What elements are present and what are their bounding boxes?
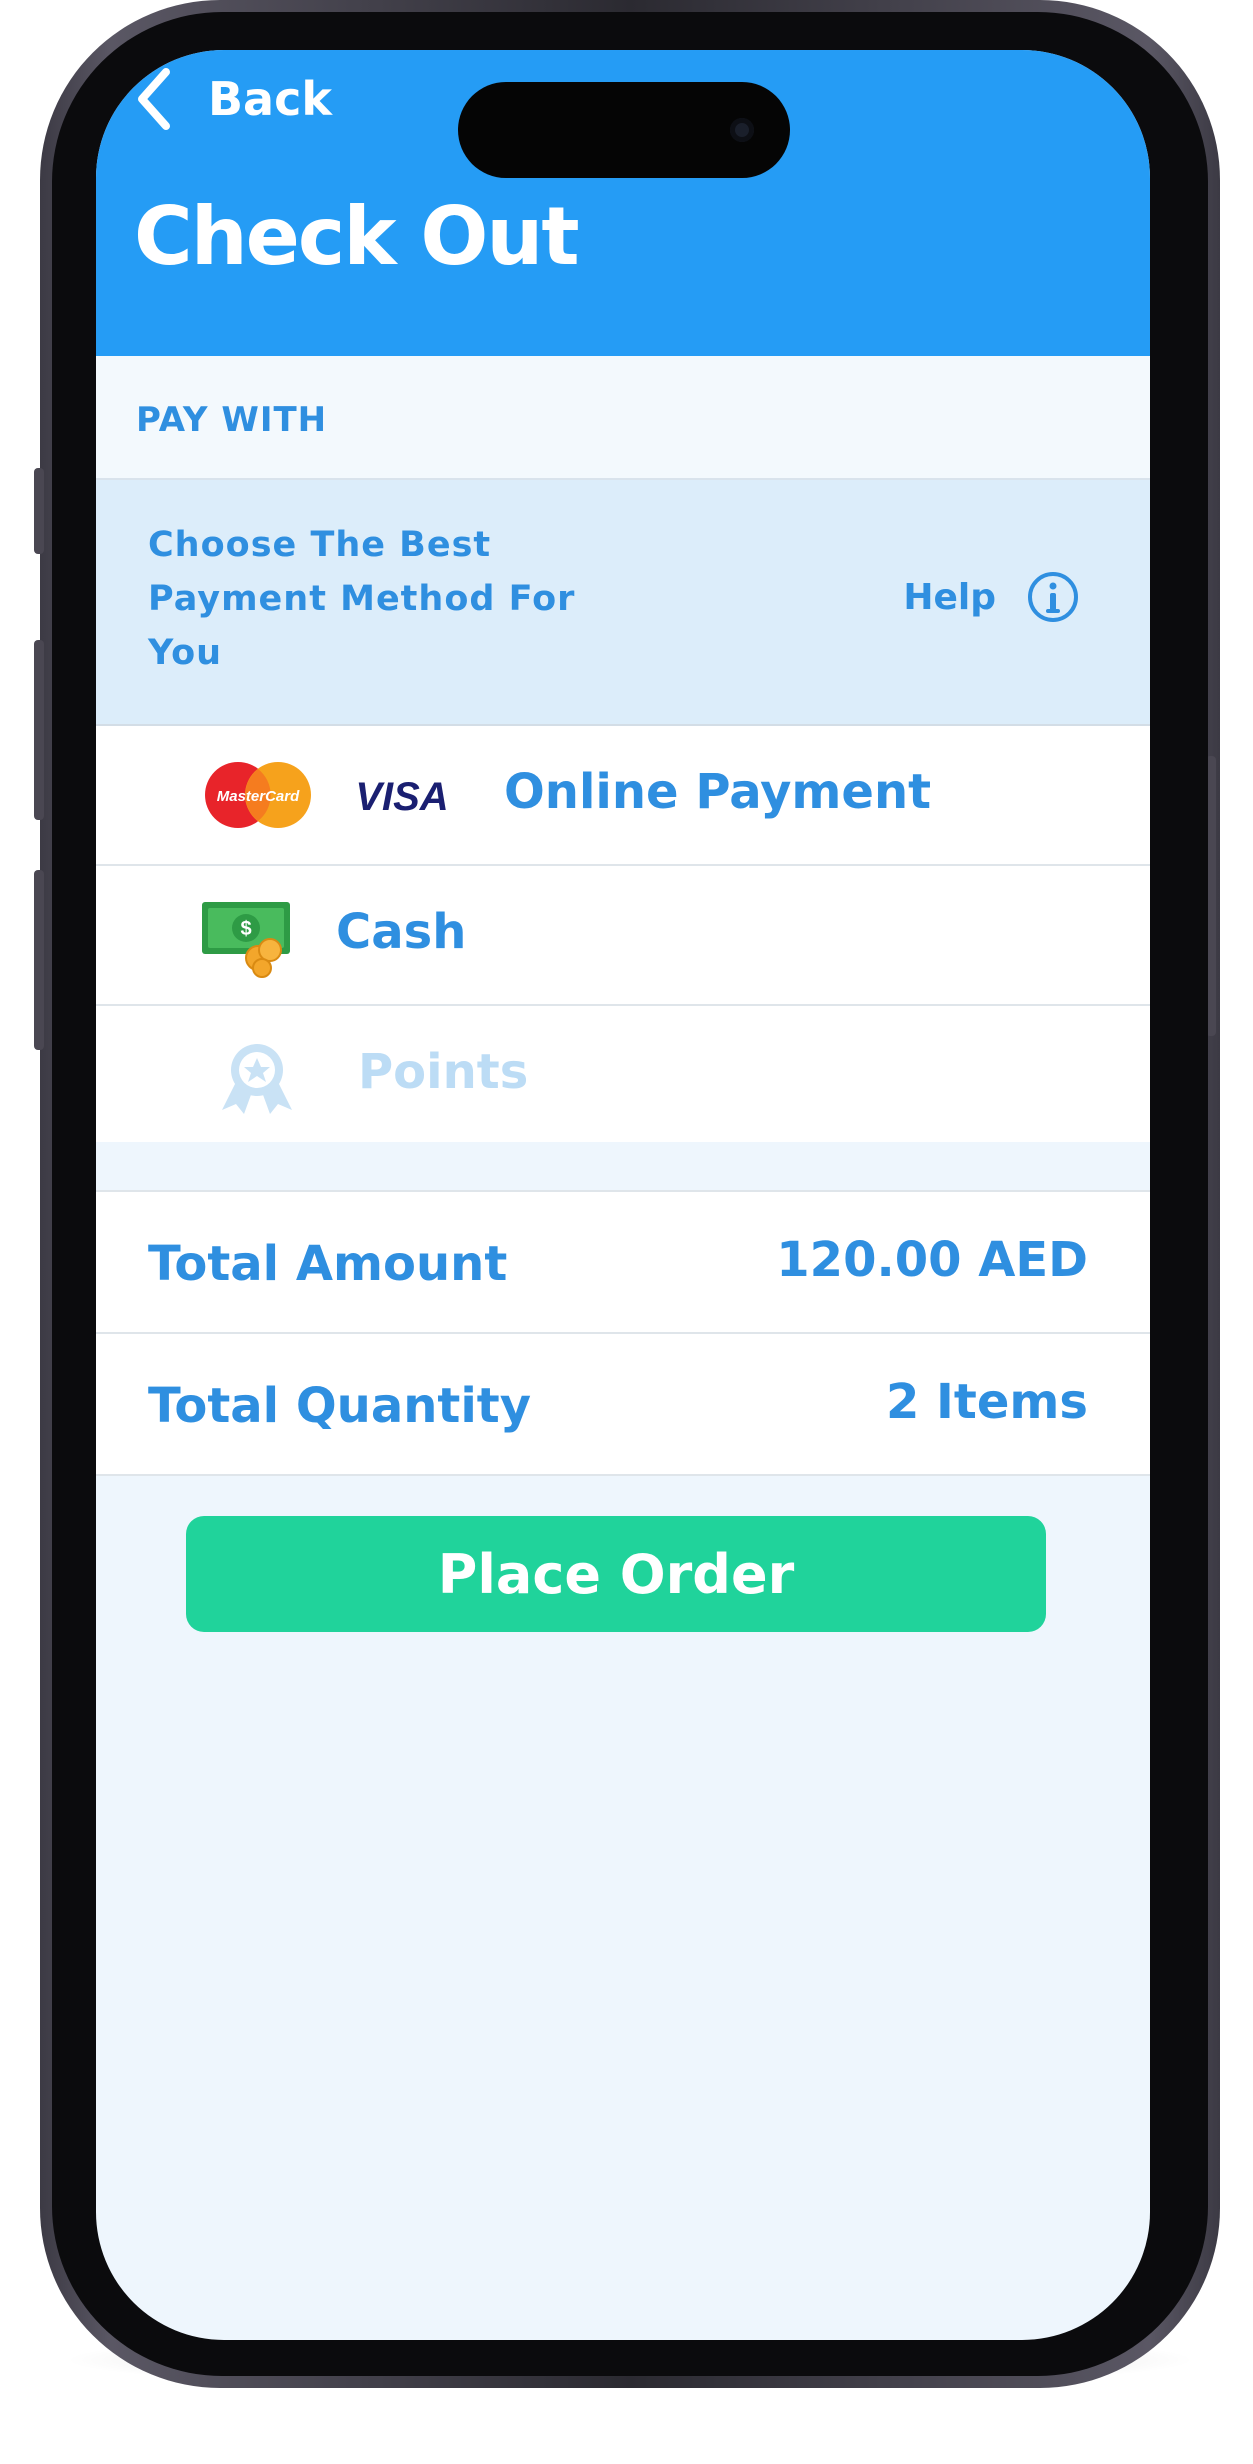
svg-text:VISA: VISA <box>355 775 448 819</box>
total-quantity-value: 2 Items <box>885 1374 1088 1430</box>
svg-text:$: $ <box>240 918 251 940</box>
total-quantity-row: Total Quantity 2 Items <box>96 1334 1150 1476</box>
total-quantity-label: Total Quantity <box>148 1378 532 1434</box>
section-spacer <box>96 1142 1150 1192</box>
mastercard-icon: MasterCard <box>205 762 311 828</box>
total-amount-value: 120.00 AED <box>776 1232 1088 1288</box>
payment-hint-text: Choose The Best Payment Method For You <box>148 518 618 680</box>
payment-method-label: Points <box>358 1044 529 1100</box>
back-button[interactable]: Back <box>136 68 332 130</box>
volume-down-button <box>34 870 44 1050</box>
info-icon <box>1028 572 1078 622</box>
svg-text:MasterCard: MasterCard <box>217 788 300 805</box>
volume-up-button <box>34 640 44 820</box>
payment-method-label: Cash <box>336 904 467 960</box>
payment-hint-banner: Choose The Best Payment Method For You H… <box>96 480 1150 726</box>
app-screen: Back Check Out PAY WITH Choose The Best … <box>96 50 1150 2340</box>
pay-with-label: PAY WITH <box>136 400 328 440</box>
place-order-button[interactable]: Place Order <box>186 1516 1046 1632</box>
dynamic-island <box>458 82 790 178</box>
cash-icon: $ <box>202 902 290 978</box>
device-stage: Back Check Out PAY WITH Choose The Best … <box>0 0 1253 2464</box>
total-amount-label: Total Amount <box>148 1236 508 1292</box>
help-button[interactable]: Help <box>903 570 1080 624</box>
payment-hint-line: Choose The Best <box>148 525 492 565</box>
payment-method-online[interactable]: MasterCard VISA Online Payment <box>96 726 1150 866</box>
pay-with-section-header: PAY WITH <box>96 356 1150 480</box>
payment-hint-line: Payment Method For <box>148 579 576 619</box>
total-amount-row: Total Amount 120.00 AED <box>96 1192 1150 1334</box>
payment-hint-line: You <box>148 633 223 673</box>
payment-method-points[interactable]: Points <box>96 1006 1150 1146</box>
front-camera <box>730 118 754 142</box>
page-title: Check Out <box>134 190 580 283</box>
action-button <box>34 468 44 554</box>
chevron-left-icon <box>138 68 170 130</box>
help-label: Help <box>903 576 996 618</box>
award-icon <box>222 1044 292 1114</box>
back-label: Back <box>208 72 332 126</box>
payment-method-label: Online Payment <box>504 764 932 820</box>
visa-icon: VISA <box>355 775 448 819</box>
payment-method-cash[interactable]: $ Cash <box>96 866 1150 1006</box>
